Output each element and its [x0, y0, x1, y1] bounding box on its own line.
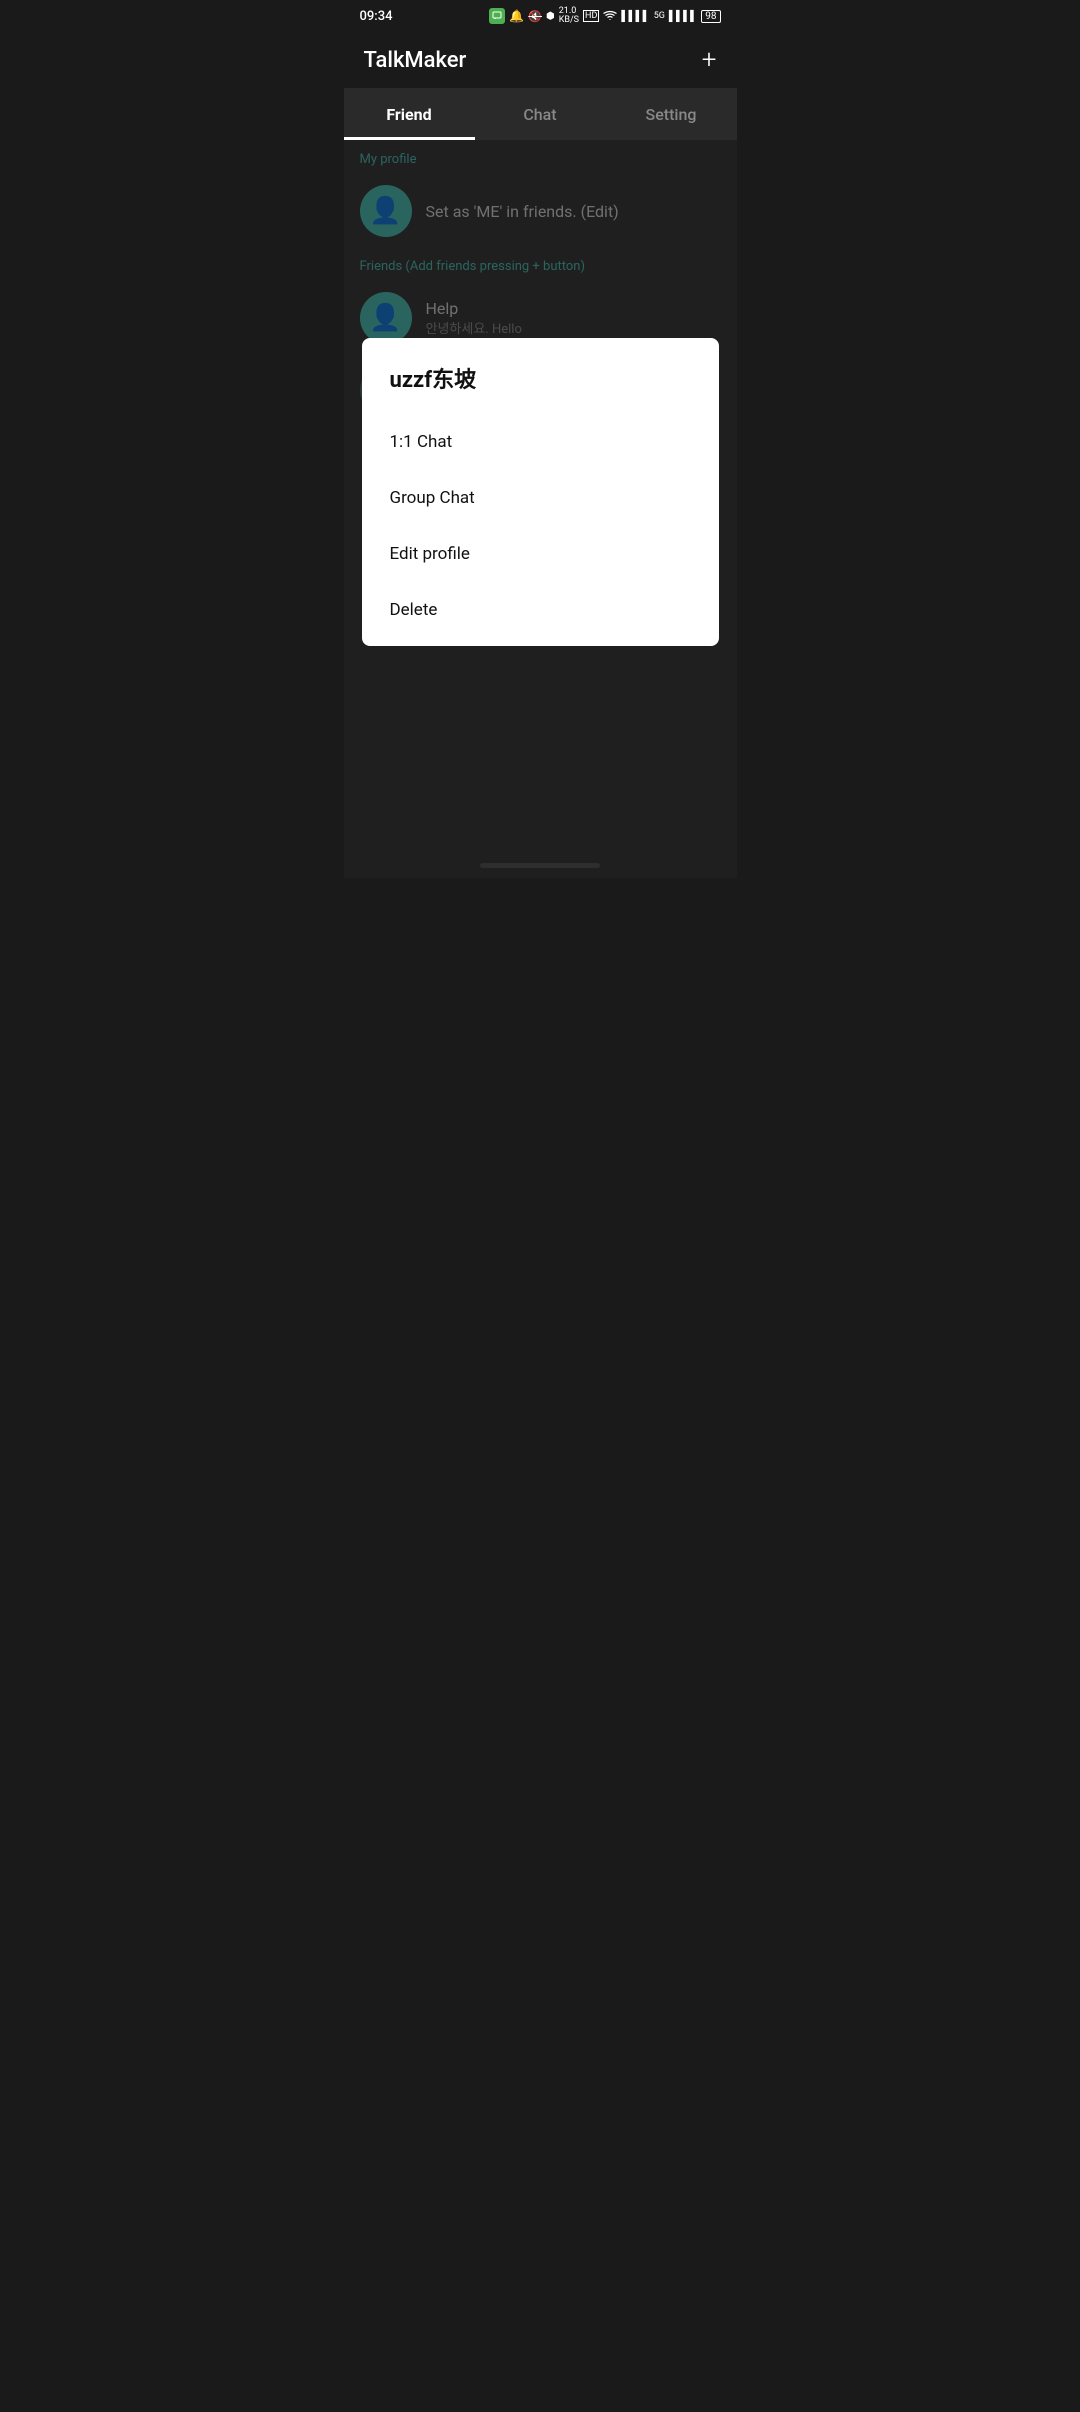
popup-username: uzzf东坡 — [362, 362, 719, 414]
signal2-icon: ▌▌▌▌ — [669, 11, 697, 22]
app-header: TalkMaker + — [344, 32, 737, 88]
chat-app-icon — [489, 8, 505, 24]
menu-item-delete[interactable]: Delete — [362, 582, 719, 638]
wifi-icon — [603, 9, 617, 24]
status-icons: 🔔 🔇 ⬢ 21.0KB/S HD ▌▌▌▌ 5G ▌▌▌▌ 98 — [489, 7, 720, 25]
alarm-icon: 🔔 — [509, 9, 524, 23]
hd-badge: HD — [583, 10, 599, 22]
popup-menu: uzzf东坡 1:1 Chat Group Chat Edit profile … — [362, 338, 719, 646]
5g-label: 5G — [654, 11, 665, 21]
tab-friend[interactable]: Friend — [344, 88, 475, 140]
menu-item-group-chat[interactable]: Group Chat — [362, 470, 719, 526]
speed-label: 21.0KB/S — [559, 7, 579, 25]
app-title: TalkMaker — [364, 48, 467, 73]
status-time: 09:34 — [360, 9, 393, 24]
battery-icon: 98 — [701, 10, 720, 23]
tab-chat[interactable]: Chat — [475, 88, 606, 140]
add-button[interactable]: + — [702, 47, 717, 73]
status-bar: 09:34 🔔 🔇 ⬢ 21.0KB/S HD ▌▌▌▌ 5G ▌▌▌▌ 98 — [344, 0, 737, 32]
menu-item-1-1-chat[interactable]: 1:1 Chat — [362, 414, 719, 470]
menu-item-edit-profile[interactable]: Edit profile — [362, 526, 719, 582]
signal1-icon: ▌▌▌▌ — [621, 11, 649, 22]
bluetooth-icon: ⬢ — [546, 11, 555, 22]
tab-setting[interactable]: Setting — [606, 88, 737, 140]
main-content: My profile 👤 Set as 'ME' in friends. (Ed… — [344, 140, 737, 878]
tab-bar: Friend Chat Setting — [344, 88, 737, 140]
mute-icon: 🔇 — [528, 10, 542, 23]
